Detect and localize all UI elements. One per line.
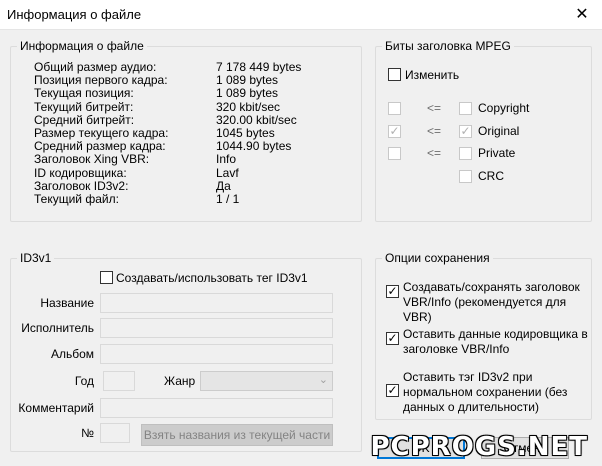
check-icon: ✓ [387,284,398,298]
info-value: 320.00 kbit/sec [216,112,297,127]
info-value: Lavf [216,165,239,180]
info-label: Текущая позиция: [34,86,134,101]
album-label: Альбом [50,347,94,361]
id3v1-legend: ID3v1 [17,251,55,265]
info-label: Средний битрейт: [34,112,135,127]
info-value: 1 089 bytes [216,73,279,88]
info-value: 7 178 449 bytes [216,60,302,74]
title-bar: Информация о файле ✕ [0,0,602,30]
modify-checkbox[interactable] [388,68,401,81]
chevron-down-icon: ⌄ [318,374,328,386]
title-field[interactable] [100,293,333,313]
check-icon: ✓ [389,124,400,138]
copyright-label: Copyright [478,101,530,115]
info-value: 320 kbit/sec [216,99,281,114]
info-label: Текущий файл: [34,192,119,206]
keep-id3v2-checkbox[interactable]: ✓ [386,383,399,397]
id3v1-create-label: Создавать/использовать тег ID3v1 [116,271,308,285]
save-vbr-label: Создавать/сохранять заголовок VBR/Info (… [403,280,580,324]
check-icon: ✓ [460,124,471,138]
window-title: Информация о файле [7,7,142,22]
fetch-names-button[interactable]: Взять названия из текущей части [141,424,333,446]
info-value: 1 089 bytes [216,86,279,101]
original-checkbox[interactable]: ✓ [459,124,472,138]
info-value: 1 / 1 [216,192,240,206]
copyright-arrow: <= [427,101,442,115]
info-label: Заголовок ID3v2: [34,178,129,193]
comment-label: Комментарий [18,401,94,415]
copyright-source-checkbox[interactable] [388,102,401,115]
private-label: Private [478,146,516,160]
original-source-checkbox[interactable]: ✓ [388,124,401,138]
check-icon: ✓ [387,331,398,345]
save-options-legend: Опции сохранения [382,251,493,265]
private-source-checkbox[interactable] [388,147,401,160]
original-arrow: <= [427,124,442,138]
id3v1-create-checkbox[interactable] [100,271,113,284]
original-label: Original [478,124,520,138]
close-icon[interactable]: ✕ [562,0,602,30]
file-info-legend: Информация о файле [17,39,147,53]
info-value: 1044.90 bytes [216,139,292,154]
comment-field[interactable] [100,398,333,418]
info-label: ID кодировщика: [34,165,127,180]
title-label: Название [40,296,94,310]
keep-id3v2-label: Оставить тэг ID3v2 при нормальном сохран… [403,370,568,414]
copyright-checkbox[interactable] [459,102,472,115]
info-value: Да [216,178,231,193]
crc-checkbox[interactable] [459,170,472,183]
check-icon: ✓ [387,383,398,397]
save-vbr-checkbox[interactable]: ✓ [386,284,399,298]
info-label: Заголовок Xing VBR: [34,152,150,167]
crc-label: CRC [478,169,504,183]
year-label: Год [74,374,94,388]
info-label: Размер текущего кадра: [34,126,169,140]
keep-encoder-label: Оставить данные кодировщика в заголовке … [403,327,588,356]
info-label: Позиция первого кадра: [34,73,168,88]
artist-label: Исполнитель [21,321,94,335]
track-field[interactable] [100,423,130,443]
artist-field[interactable] [100,318,333,338]
genre-select[interactable]: ⌄ [200,371,333,391]
watermark-logo: PCPROGS.NET [370,432,588,462]
keep-encoder-checkbox[interactable]: ✓ [386,331,399,345]
modify-label: Изменить [405,68,460,82]
genre-label: Жанр [164,374,196,388]
private-checkbox[interactable] [459,147,472,160]
album-field[interactable] [100,344,333,364]
info-label: Средний размер кадра: [34,139,166,154]
info-value: Info [216,152,237,167]
track-label: № [81,426,94,440]
info-label: Текущий битрейт: [34,99,134,114]
info-label: Общий размер аудио: [34,60,157,74]
private-arrow: <= [427,146,442,160]
info-value: 1045 bytes [216,126,275,140]
mpeg-header-legend: Биты заголовка MPEG [382,39,514,53]
year-field[interactable] [103,371,135,391]
